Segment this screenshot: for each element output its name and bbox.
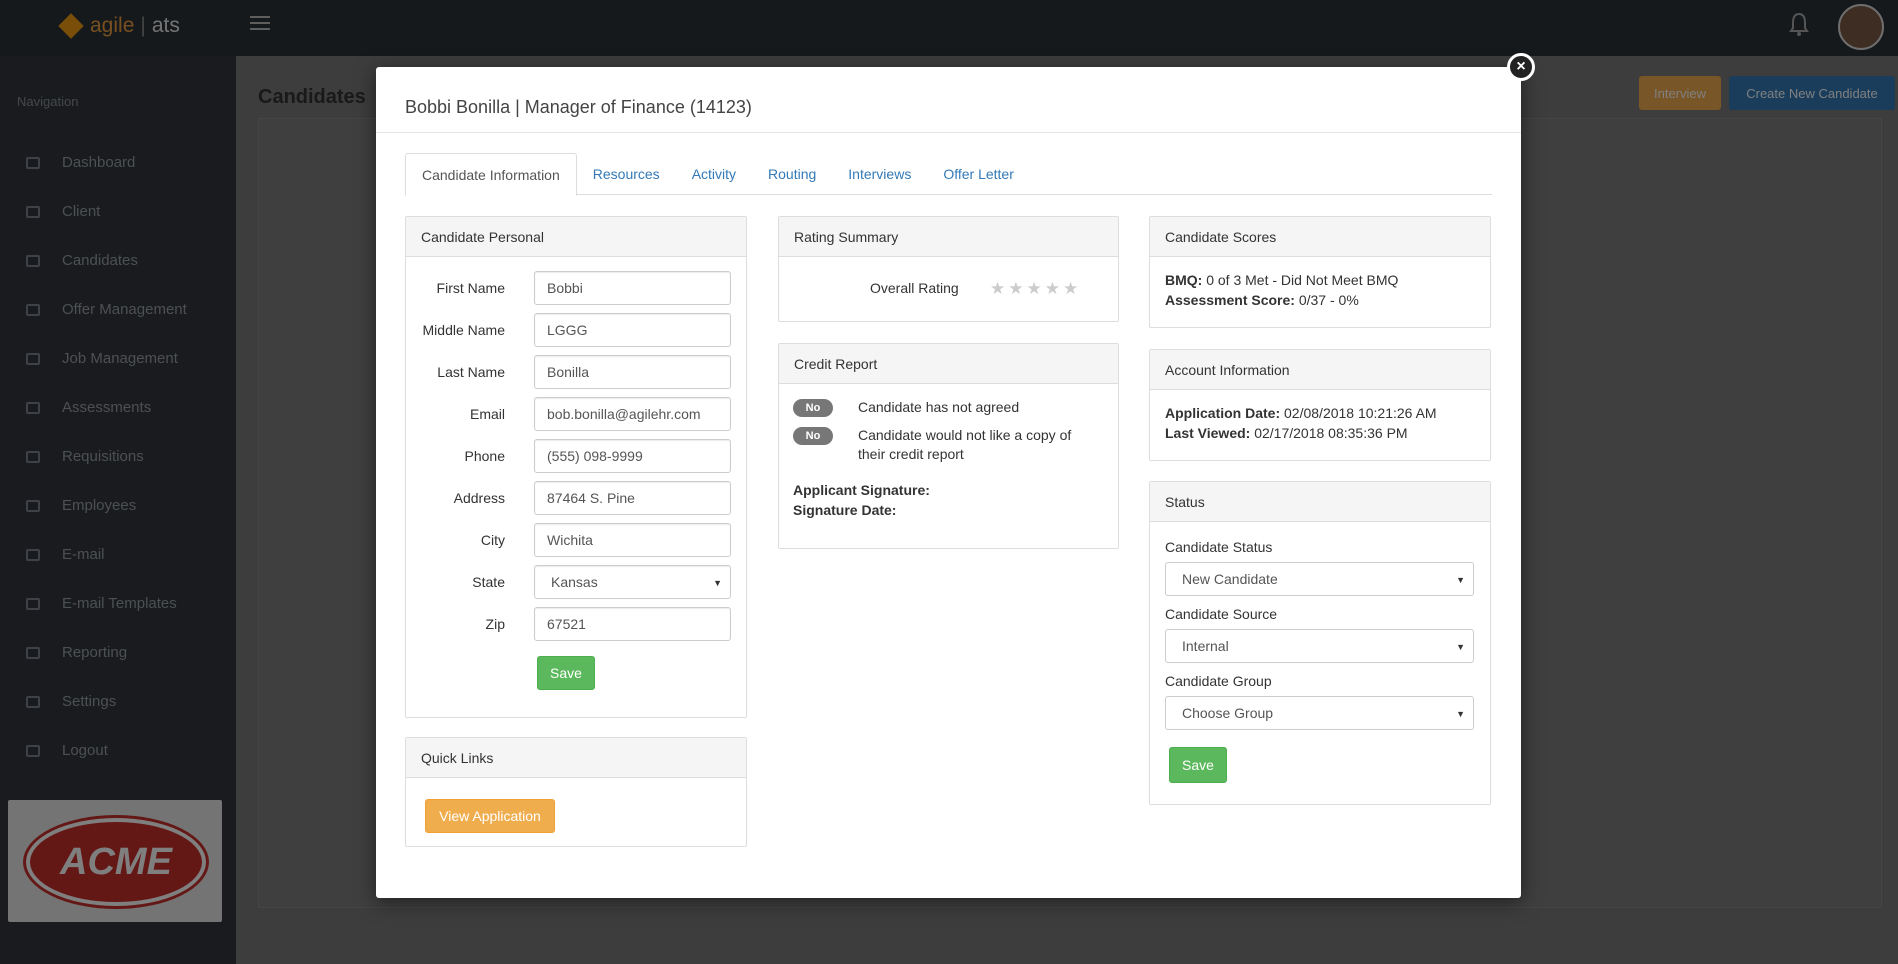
- applicant-signature-label: Applicant Signature:: [793, 482, 930, 498]
- quick-links-panel: Quick Links View Application: [405, 737, 747, 847]
- copy-status-text-line2: their credit report: [858, 446, 964, 462]
- save-status-button[interactable]: Save: [1169, 747, 1227, 783]
- state-label: State: [472, 574, 505, 590]
- rating-summary-panel: Rating Summary Overall Rating ★ ★ ★ ★ ★: [778, 216, 1119, 322]
- candidate-status-label: Candidate Status: [1165, 539, 1273, 555]
- chevron-down-icon: ▼: [713, 578, 722, 588]
- chevron-down-icon: ▼: [1456, 709, 1465, 719]
- candidate-source-label: Candidate Source: [1165, 606, 1278, 622]
- chevron-down-icon: ▼: [1456, 642, 1465, 652]
- agreement-status-text: Candidate has not agreed: [858, 399, 1020, 415]
- last-viewed-value: 02/17/2018 08:35:36 PM: [1254, 425, 1408, 441]
- bmq-line: BMQ: 0 of 3 Met - Did Not Meet BMQ: [1165, 271, 1398, 290]
- state-select[interactable]: Kansas ▼: [534, 565, 731, 599]
- bmq-label: BMQ:: [1165, 272, 1203, 288]
- assessment-score-value: 0/37 - 0%: [1298, 292, 1359, 308]
- middle-name-label: Middle Name: [422, 322, 505, 338]
- star-icon[interactable]: ★: [1027, 280, 1042, 297]
- tab-routing[interactable]: Routing: [752, 153, 832, 195]
- panel-heading: Candidate Scores: [1150, 217, 1490, 257]
- candidate-status-value: New Candidate: [1182, 571, 1278, 587]
- first-name-label: First Name: [436, 280, 505, 296]
- first-name-row: First Name Bobbi: [406, 271, 746, 305]
- panel-heading: Candidate Personal: [406, 217, 746, 257]
- save-personal-button[interactable]: Save: [537, 656, 595, 690]
- chevron-down-icon: ▼: [1456, 575, 1465, 585]
- zip-row: Zip 67521: [406, 607, 746, 641]
- tab-interviews[interactable]: Interviews: [832, 153, 927, 195]
- zip-input[interactable]: 67521: [534, 607, 731, 641]
- copy-status-text-line1: Candidate would not like a copy of: [858, 427, 1072, 443]
- star-icon[interactable]: ★: [1045, 280, 1060, 297]
- email-input[interactable]: bob.bonilla@agilehr.com: [534, 397, 731, 431]
- phone-row: Phone (555) 098-9999: [406, 439, 746, 473]
- candidate-source-select[interactable]: Internal ▼: [1165, 629, 1474, 663]
- middle-name-row: Middle Name LGGG: [406, 313, 746, 347]
- assessment-score-label: Assessment Score:: [1165, 292, 1295, 308]
- close-modal-button[interactable]: ×: [1507, 53, 1535, 81]
- last-name-row: Last Name Bonilla: [406, 355, 746, 389]
- last-name-label: Last Name: [437, 364, 505, 380]
- last-viewed-label: Last Viewed:: [1165, 425, 1251, 441]
- candidate-group-value: Choose Group: [1182, 705, 1274, 721]
- tab-offer-letter[interactable]: Offer Letter: [927, 153, 1030, 195]
- star-icon[interactable]: ★: [990, 280, 1005, 297]
- agreement-status-badge: No: [793, 399, 833, 417]
- last-viewed-line: Last Viewed: 02/17/2018 08:35:36 PM: [1165, 424, 1408, 443]
- state-select-value: Kansas: [551, 574, 598, 590]
- zip-label: Zip: [485, 616, 505, 632]
- view-application-button[interactable]: View Application: [425, 799, 555, 833]
- application-date-line: Application Date: 02/08/2018 10:21:26 AM: [1165, 404, 1437, 423]
- email-label: Email: [469, 406, 505, 422]
- candidate-group-label: Candidate Group: [1165, 673, 1272, 689]
- modal-header: Bobbi Bonilla | Manager of Finance (1412…: [376, 67, 1521, 133]
- address-row: Address 87464 S. Pine: [406, 481, 746, 515]
- first-name-input[interactable]: Bobbi: [534, 271, 731, 305]
- candidate-modal: Bobbi Bonilla | Manager of Finance (1412…: [376, 67, 1521, 898]
- star-icon[interactable]: ★: [1008, 280, 1023, 297]
- signature-date-label: Signature Date:: [793, 502, 897, 518]
- tab-resources[interactable]: Resources: [577, 153, 676, 195]
- city-label: City: [480, 532, 505, 548]
- tab-candidate-information[interactable]: Candidate Information: [405, 153, 577, 196]
- email-row: Email bob.bonilla@agilehr.com: [406, 397, 746, 431]
- panel-heading: Account Information: [1150, 350, 1490, 390]
- city-row: City Wichita: [406, 523, 746, 557]
- city-input[interactable]: Wichita: [534, 523, 731, 557]
- copy-status-badge: No: [793, 427, 833, 445]
- star-icon[interactable]: ★: [1063, 280, 1078, 297]
- overall-rating-label: Overall Rating: [870, 280, 959, 296]
- candidate-source-value: Internal: [1182, 638, 1229, 654]
- address-input[interactable]: 87464 S. Pine: [534, 481, 731, 515]
- star-rating[interactable]: ★ ★ ★ ★ ★: [990, 280, 1078, 297]
- candidate-status-select[interactable]: New Candidate ▼: [1165, 562, 1474, 596]
- status-panel: Status Candidate Status New Candidate ▼ …: [1149, 481, 1491, 805]
- last-name-input[interactable]: Bonilla: [534, 355, 731, 389]
- phone-input[interactable]: (555) 098-9999: [534, 439, 731, 473]
- credit-report-panel: Credit Report No Candidate has not agree…: [778, 343, 1119, 549]
- modal-title: Bobbi Bonilla | Manager of Finance (1412…: [405, 97, 752, 117]
- tab-activity[interactable]: Activity: [676, 153, 752, 195]
- state-row: State Kansas ▼: [406, 565, 746, 599]
- application-date-value: 02/08/2018 10:21:26 AM: [1284, 405, 1437, 421]
- panel-heading: Rating Summary: [779, 217, 1118, 257]
- panel-heading: Credit Report: [779, 344, 1118, 384]
- candidate-scores-panel: Candidate Scores BMQ: 0 of 3 Met - Did N…: [1149, 216, 1491, 328]
- middle-name-input[interactable]: LGGG: [534, 313, 731, 347]
- modal-tabs: Candidate Information Resources Activity…: [405, 153, 1492, 196]
- phone-label: Phone: [464, 448, 505, 464]
- candidate-personal-panel: Candidate Personal First Name Bobbi Midd…: [405, 216, 747, 718]
- account-information-panel: Account Information Application Date: 02…: [1149, 349, 1491, 461]
- panel-heading: Status: [1150, 482, 1490, 522]
- bmq-value: 0 of 3 Met - Did Not Meet BMQ: [1206, 272, 1399, 288]
- assessment-score-line: Assessment Score: 0/37 - 0%: [1165, 291, 1359, 310]
- candidate-group-select[interactable]: Choose Group ▼: [1165, 696, 1474, 730]
- application-date-label: Application Date:: [1165, 405, 1281, 421]
- address-label: Address: [453, 490, 505, 506]
- panel-heading: Quick Links: [406, 738, 746, 778]
